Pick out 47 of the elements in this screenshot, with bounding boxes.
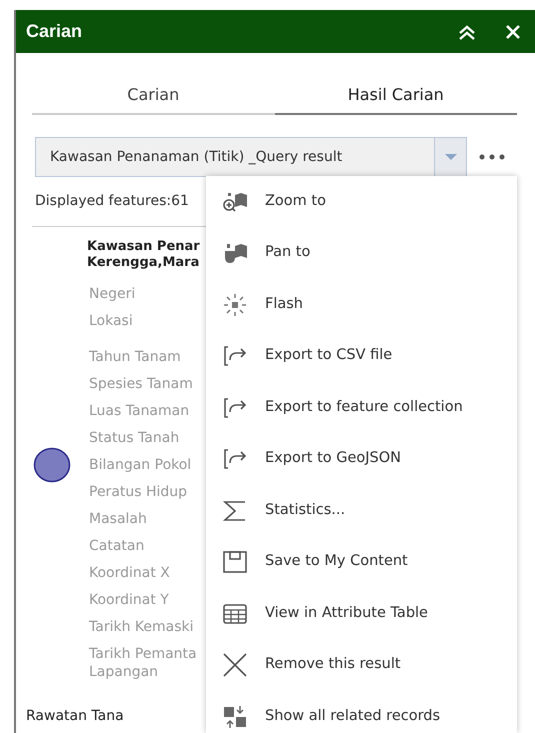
menu-item[interactable]: Export to CSV file [206,330,517,382]
export-icon [224,449,246,470]
flash-icon [223,293,247,316]
field-label: Lokasi [89,312,134,330]
field-label: Spesies Tanam [89,375,194,393]
feature-count: Displayed features:61 [35,192,189,211]
menu-item[interactable]: Flash [206,279,517,330]
close-icon [223,653,247,678]
menu-item[interactable]: Export to GeoJSON [206,434,517,485]
field-label: Tarikh Pemanta Lapangan [89,645,198,681]
field-label: Tahun Tanam [89,348,182,366]
field-label: Peratus Hidup [89,483,188,501]
sigma-icon [222,500,245,521]
menu-item[interactable]: Save to My Content [206,536,517,588]
related-table-title: Rawatan Tana [26,707,124,726]
field-label: Luas Tanaman [89,402,190,420]
menu-item[interactable]: Export to feature collection [206,382,517,434]
field-label: Catatan [89,537,146,555]
field-label: Tarikh Kemaski [89,618,194,636]
field-label: Negeri [89,285,136,303]
export-icon [224,346,246,366]
menu-item[interactable]: View in Attribute Table [206,588,517,640]
field-label: Masalah [89,510,148,528]
save-icon [223,551,247,574]
field-label: Status Tanah [89,429,180,447]
field-label: Koordinat Y [89,591,170,609]
export-icon [224,398,246,418]
tab[interactable]: Hasil Carian [274,79,517,115]
hand-icon [225,244,247,264]
caret-icon [444,154,456,160]
related-records-icon [224,705,246,728]
field-label: Bilangan Pokol [89,456,192,474]
menu-item[interactable]: Zoom to [206,176,517,228]
field-label: Koordinat X [89,564,171,582]
menu-item[interactable]: Show all related records [206,691,517,733]
menu-item[interactable]: Pan to [206,228,517,279]
table-icon [223,604,247,624]
panel-title: Carian [26,20,82,43]
feature-title: Kawasan Penar Kerengga,Mara [87,239,200,271]
close-icon[interactable] [505,24,521,40]
tab[interactable]: Carian [32,79,274,115]
collapse-icon[interactable] [457,22,477,40]
more-icon[interactable] [479,154,505,160]
zoom-icon [223,192,247,212]
menu-item[interactable]: Remove this result [206,640,517,691]
menu-item[interactable]: Statistics... [206,485,517,536]
layer-dropdown[interactable]: Kawasan Penanaman (Titik) _Query result [35,137,467,177]
